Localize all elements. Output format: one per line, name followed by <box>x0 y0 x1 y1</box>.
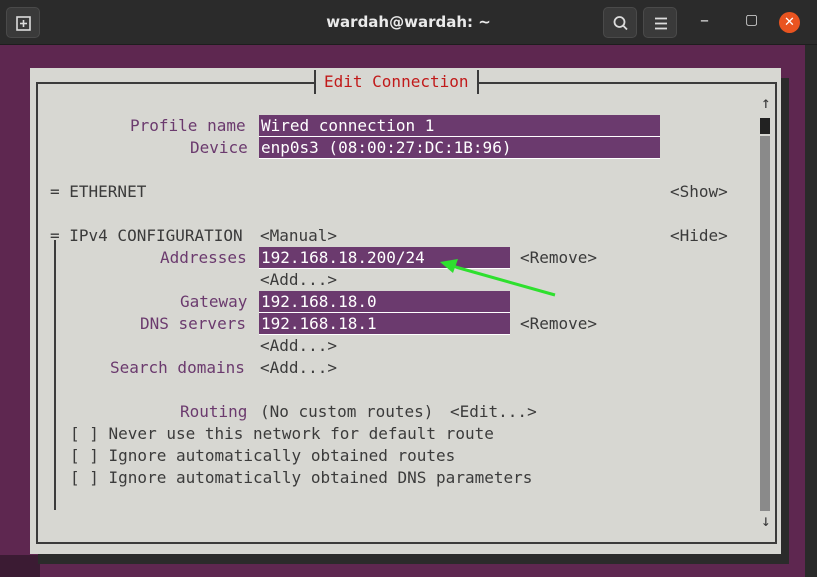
annotation-arrow-head <box>440 259 458 273</box>
annotation-arrow <box>440 259 556 297</box>
annotation-arrow-line <box>451 264 556 297</box>
